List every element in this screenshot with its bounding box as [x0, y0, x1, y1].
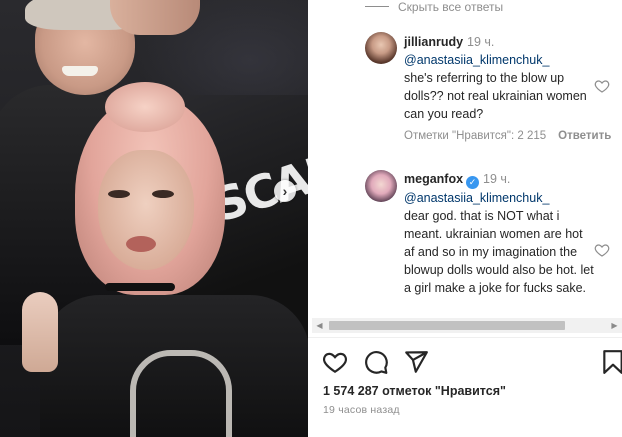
person-right-eye-right: [152, 190, 174, 198]
reply-button[interactable]: Ответить: [558, 130, 611, 142]
person-right-choker: [105, 283, 175, 291]
avatar[interactable]: [365, 32, 397, 64]
comment-item: jillianrudy 19 ч. @anastasiia_klimenchuk_…: [404, 33, 594, 123]
post-likes-count[interactable]: 1 574 287 отметок "Нравится": [323, 384, 506, 398]
person-left-smile: [62, 66, 98, 76]
avatar[interactable]: [365, 170, 397, 202]
comments-panel: Скрыть все ответы jillianrudy 19 ч. @anas…: [308, 0, 622, 437]
shirt-skeleton-print: [130, 350, 232, 437]
hide-replies-label: Скрыть все ответы: [398, 0, 504, 14]
comment-meta: Отметки "Нравится": 2 215 Ответить: [404, 130, 611, 142]
scroll-left-arrow-icon[interactable]: ◀: [312, 318, 327, 333]
horizontal-scrollbar[interactable]: ◀ ▶: [312, 318, 622, 333]
heart-outline-icon[interactable]: [594, 78, 610, 94]
post-photo[interactable]: SCAR ›: [0, 0, 308, 437]
hide-replies-line: [365, 6, 389, 7]
person-right-face: [98, 150, 194, 270]
person-right-eye-left: [108, 190, 130, 198]
post-timestamp[interactable]: 19 часов назад: [323, 404, 400, 416]
bookmark-icon[interactable]: [600, 349, 622, 375]
hide-replies-button[interactable]: Скрыть все ответы: [308, 0, 622, 16]
comment-time[interactable]: 19 ч.: [483, 172, 510, 186]
person-left-arm: [110, 0, 200, 35]
person-right-lips: [126, 236, 156, 252]
divider: [308, 337, 622, 338]
scrollbar-thumb[interactable]: [329, 321, 565, 330]
comment-likes-count[interactable]: Отметки "Нравится": 2 215: [404, 130, 546, 142]
scroll-right-arrow-icon[interactable]: ▶: [607, 318, 622, 333]
comment-username[interactable]: meganfox: [404, 172, 463, 186]
comment-time[interactable]: 19 ч.: [467, 35, 494, 49]
comment-item: meganfox ✓ 19 ч. @anastasiia_klimenchuk_ d…: [404, 170, 594, 297]
heart-outline-icon[interactable]: [594, 242, 610, 258]
peace-sign-hand: [22, 292, 58, 372]
comment-mention[interactable]: @anastasiia_klimenchuk_: [404, 189, 594, 207]
comment-text: dear god. that is NOT what i meant. ukra…: [404, 209, 594, 295]
comment-mention[interactable]: @anastasiia_klimenchuk_: [404, 51, 594, 69]
chevron-right-icon[interactable]: ›: [274, 180, 296, 202]
comment-username[interactable]: jillianrudy: [404, 35, 463, 49]
comment-bubble-icon[interactable]: [363, 349, 389, 375]
paper-plane-icon[interactable]: [403, 349, 429, 375]
heart-outline-icon[interactable]: [322, 349, 348, 375]
verified-badge-icon: ✓: [466, 176, 480, 189]
comment-text: she's referring to the blow up dolls?? n…: [404, 71, 587, 121]
post-actions-bar: [308, 345, 622, 375]
person-right-hair-bun: [105, 82, 185, 132]
